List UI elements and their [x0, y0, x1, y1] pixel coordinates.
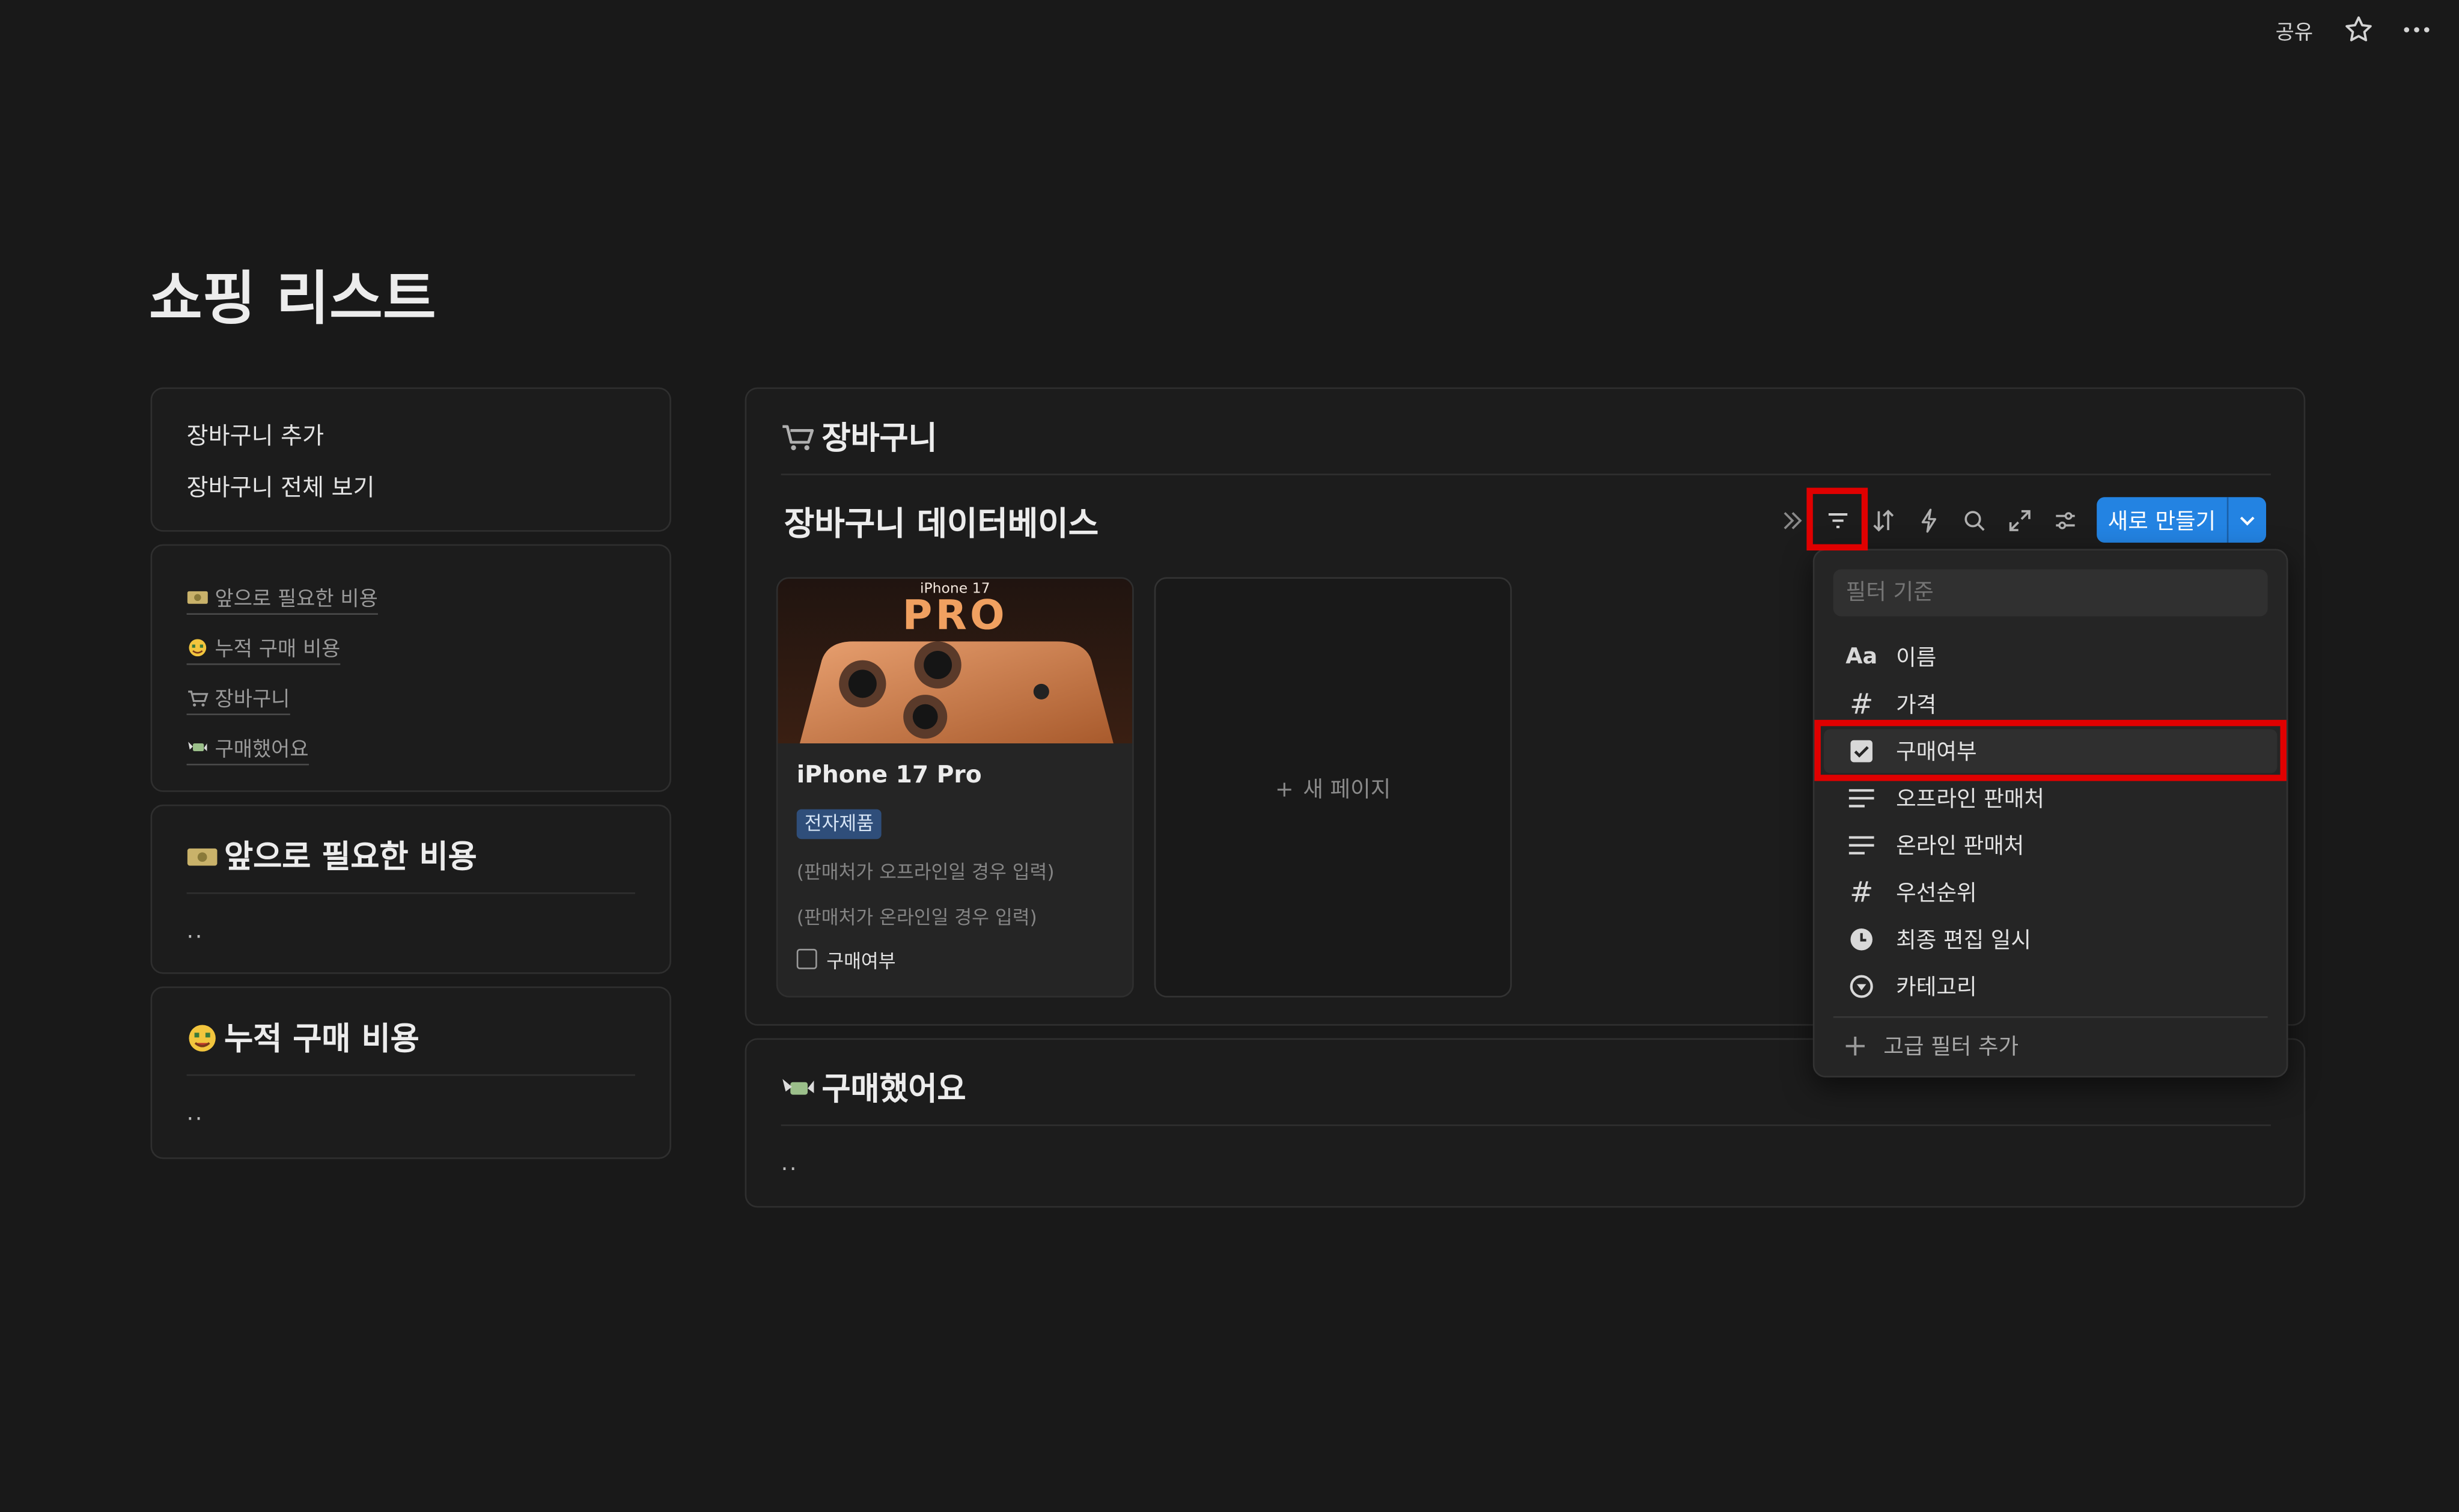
- filter-option-label: 우선순위: [1896, 881, 1977, 907]
- cart-title: 장바구니: [781, 412, 937, 458]
- future-cost-title-text: 앞으로 필요한 비용: [224, 837, 477, 876]
- database-title[interactable]: 장바구니 데이터베이스: [784, 499, 1098, 546]
- highlight-box-filter: [1806, 487, 1868, 551]
- filter-option-category[interactable]: 카테고리: [1824, 965, 2277, 1008]
- total-cost-title-text: 누적 구매 비용: [224, 1019, 419, 1057]
- filter-option-label: 가격: [1896, 693, 1937, 719]
- clock-icon: [1842, 924, 1880, 955]
- search-icon[interactable]: [1960, 507, 1988, 535]
- divider: [781, 474, 2271, 475]
- filter-option-online-seller[interactable]: 온라인 판매처: [1824, 823, 2277, 867]
- text-icon-glyph: Aa: [1845, 644, 1878, 670]
- more-horizontal-icon[interactable]: [2400, 13, 2434, 47]
- add-advanced-filter-label: 고급 필터 추가: [1883, 1035, 2019, 1061]
- chevron-down-icon[interactable]: [2226, 497, 2266, 543]
- filter-option-label: 오프라인 판매처: [1896, 787, 2045, 812]
- total-cost-title: 누적 구매 비용: [187, 1013, 419, 1059]
- toc-link-label: 장바구니: [215, 688, 290, 712]
- add-advanced-filter-button[interactable]: 고급 필터 추가: [1824, 1024, 2277, 1068]
- filter-option-label: 최종 편집 일시: [1896, 928, 2032, 954]
- purchased-content: ..: [781, 1151, 799, 1177]
- purchased-label: 구매여부: [826, 950, 896, 973]
- new-item-button-label[interactable]: 새로 만들기: [2097, 497, 2227, 543]
- lines-icon: [1842, 830, 1880, 861]
- divider: [781, 1124, 2271, 1126]
- text-icon: Aa: [1842, 641, 1880, 672]
- future-cost-title: 앞으로 필요한 비용: [187, 831, 477, 877]
- filter-option-name[interactable]: Aa 이름: [1824, 635, 2277, 679]
- new-page-card[interactable]: + 새 페이지: [1154, 577, 1512, 998]
- money-face-icon: [189, 1025, 216, 1052]
- online-seller-hint: (판매처가 온라인일 경우 입력): [796, 906, 1037, 928]
- toc-link-cart[interactable]: 장바구니: [186, 682, 290, 716]
- number-icon-glyph: #: [1850, 876, 1874, 909]
- nav-link-add-cart[interactable]: 장바구니 추가: [187, 419, 325, 452]
- purchased-title: 구매했어요: [781, 1063, 966, 1109]
- divider: [186, 1074, 635, 1076]
- product-image-text: PRO: [902, 593, 1008, 640]
- nav-card: 장바구니 추가 장바구니 전체 보기: [150, 387, 671, 532]
- filter-search-input[interactable]: [1833, 569, 2268, 617]
- toc-link-purchased[interactable]: 구매했어요: [186, 733, 309, 766]
- toc-link-future-cost[interactable]: 앞으로 필요한 비용: [186, 582, 378, 615]
- toc-link-label: 누적 구매 비용: [215, 638, 341, 662]
- divider: [1833, 1016, 2268, 1018]
- total-cost-content: ..: [186, 1101, 204, 1126]
- future-cost-content: ..: [186, 919, 204, 945]
- toc-link-label: 앞으로 필요한 비용: [215, 588, 378, 612]
- select-icon: [1842, 971, 1880, 1002]
- plus-icon: [1836, 1031, 1874, 1062]
- number-icon: #: [1842, 687, 1880, 721]
- money-icon: [187, 848, 218, 866]
- money-icon: [187, 591, 208, 604]
- gallery-card-iphone[interactable]: iPhone 17 PRO iPhone 17 Pro 전자제품 (판매처가 오…: [776, 577, 1134, 998]
- product-name: iPhone 17 Pro: [796, 760, 982, 789]
- filter-option-last-edited[interactable]: 최종 편집 일시: [1824, 918, 2277, 962]
- filter-option-label: 온라인 판매처: [1896, 834, 2025, 860]
- money-face-icon: [189, 639, 207, 657]
- sort-icon[interactable]: [1869, 507, 1898, 535]
- filter-option-label: 카테고리: [1896, 975, 1977, 1001]
- nav-link-view-cart[interactable]: 장바구니 전체 보기: [187, 471, 375, 504]
- highlight-box-purchased: [1814, 719, 2287, 781]
- category-tag: 전자제품: [796, 809, 882, 840]
- offline-seller-hint: (판매처가 오프라인일 경우 입력): [796, 861, 1055, 883]
- purchased-checkbox[interactable]: [796, 948, 817, 969]
- lines-icon: [1842, 782, 1880, 814]
- cart-icon: [188, 690, 209, 707]
- number-icon: #: [1842, 876, 1880, 909]
- automation-icon[interactable]: [1915, 507, 1943, 535]
- settings-icon[interactable]: [2051, 507, 2079, 535]
- plus-icon: +: [1275, 778, 1294, 803]
- share-button[interactable]: 공유: [2276, 16, 2313, 46]
- total-cost-card: 누적 구매 비용 ..: [150, 986, 671, 1159]
- purchased-title-text: 구매했어요: [821, 1069, 966, 1108]
- toc-card: 앞으로 필요한 비용 누적 구매 비용 장바구니 구매했어요: [150, 544, 671, 792]
- filter-option-priority[interactable]: # 우선순위: [1824, 870, 2277, 914]
- new-page-label: + 새 페이지: [1156, 773, 1510, 805]
- cart-title-text: 장바구니: [821, 418, 937, 457]
- collapse-icon[interactable]: [1778, 507, 1806, 535]
- divider: [186, 892, 635, 894]
- cart-icon: [782, 425, 814, 451]
- filter-option-offline-seller[interactable]: 오프라인 판매처: [1824, 776, 2277, 820]
- filter-menu: Aa 이름 # 가격 구매여부 오프라인 판매처 온라인 판매처 #: [1812, 549, 2288, 1078]
- number-icon-glyph: #: [1850, 687, 1874, 721]
- filter-option-label: 이름: [1896, 646, 1937, 671]
- toc-link-label: 구매했어요: [215, 739, 309, 763]
- page-title: 쇼핑 리스트: [148, 265, 436, 333]
- future-cost-card: 앞으로 필요한 비용 ..: [150, 804, 671, 974]
- money-wings-icon: [188, 742, 207, 752]
- page-root: 공유 쇼핑 리스트 장바구니 추가 장바구니 전체 보기 앞으로 필요한 비용 …: [0, 0, 2459, 1512]
- new-item-button[interactable]: 새로 만들기: [2097, 497, 2267, 543]
- product-image: iPhone 17 PRO: [778, 578, 1133, 743]
- star-icon[interactable]: [2341, 13, 2375, 47]
- expand-icon[interactable]: [2006, 507, 2034, 535]
- new-page-label-text: 새 페이지: [1303, 778, 1391, 803]
- toc-link-total-cost[interactable]: 누적 구매 비용: [186, 632, 341, 665]
- money-wings-icon: [782, 1079, 814, 1095]
